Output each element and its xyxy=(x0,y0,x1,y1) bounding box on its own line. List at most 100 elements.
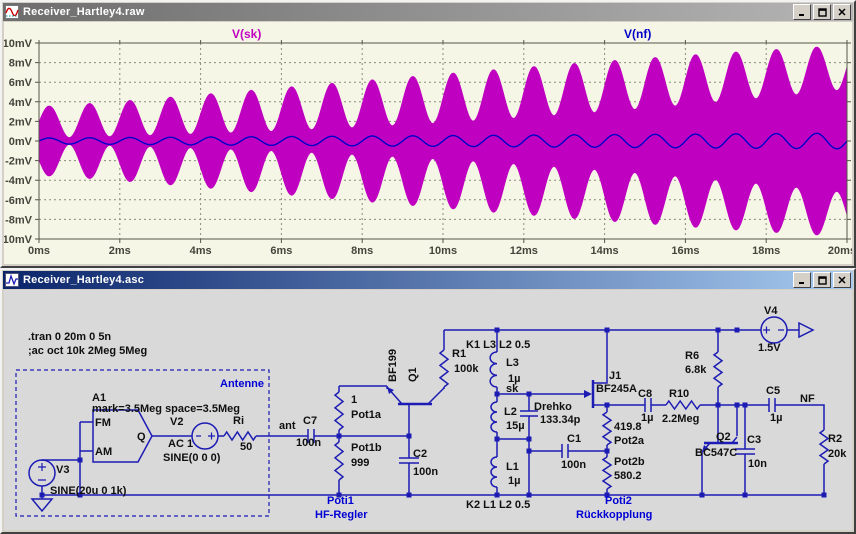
schematic-text-comment-hf-regler[interactable]: HF-Regler xyxy=(315,509,368,521)
schematic-text-label-pot1a[interactable]: Pot1a xyxy=(351,409,382,421)
schematic-text-value-drehko[interactable]: 133.34p xyxy=(540,414,581,426)
voltage-source-v3[interactable] xyxy=(29,460,55,486)
maximize-button[interactable] xyxy=(813,4,831,20)
schematic-text-value-c5[interactable]: 1µ xyxy=(770,412,782,424)
schematic-text-value-r2[interactable]: 20k xyxy=(828,448,847,460)
schematic-text-label-r10[interactable]: R10 xyxy=(669,388,689,400)
schematic-text-netlabel-sk[interactable]: sk xyxy=(506,383,519,395)
schematic-text-value-r6[interactable]: 6.8k xyxy=(685,364,707,376)
schematic-text-value-v2-sine[interactable]: SINE(0 0 0) xyxy=(163,452,221,464)
schematic-text-netlabel-ant[interactable]: ant xyxy=(279,420,296,432)
schematic-text-value-r1[interactable]: 100k xyxy=(454,363,479,375)
close-button[interactable] xyxy=(833,272,851,288)
inductor-l2[interactable] xyxy=(491,402,497,432)
schematic-text-label-c1[interactable]: C1 xyxy=(567,433,581,445)
schematic-canvas[interactable]: .tran 0 20m 0 5n ;ac oct 10k 2Meg 5Meg Ant… xyxy=(4,290,852,530)
waveform-plot-area[interactable]: 10mV8mV6mV4mV2mV0mV-2mV-4mV-6mV-8mV-10mV… xyxy=(4,22,852,264)
schematic-text-directive-k2[interactable]: K2 L1 L2 0.5 xyxy=(466,499,530,511)
waveform-plot[interactable]: 10mV8mV6mV4mV2mV0mV-2mV-4mV-6mV-8mV-10mV… xyxy=(4,22,852,264)
schematic-text-label-l1[interactable]: L1 xyxy=(506,461,519,473)
resistor-r1[interactable] xyxy=(440,350,448,387)
voltage-source-v2[interactable] xyxy=(192,423,218,449)
schematic-text-label-c5[interactable]: C5 xyxy=(766,385,780,397)
schematic-text-label-ri[interactable]: Ri xyxy=(233,415,244,427)
close-button[interactable] xyxy=(833,4,851,20)
schematic-text-pin-q[interactable]: Q xyxy=(137,431,146,443)
resistor-pot2b[interactable] xyxy=(603,457,611,489)
minimize-button[interactable] xyxy=(793,4,811,20)
schematic-text-value-c2[interactable]: 100n xyxy=(413,466,438,478)
schematic-text-value-pot2b[interactable]: 580.2 xyxy=(614,470,642,482)
schematic-text-label-c2[interactable]: C2 xyxy=(413,448,427,460)
schematic-text-value-q1[interactable]: BF199 xyxy=(387,349,399,382)
schematic-text-label-l2[interactable]: L2 xyxy=(504,406,517,418)
capacitor-c1[interactable] xyxy=(562,444,568,458)
schematic-text-value-l2[interactable]: 15µ xyxy=(506,420,525,432)
schematic-text-label-pot2a[interactable]: Pot2a xyxy=(614,435,645,447)
schematic-text-label-v4[interactable]: V4 xyxy=(764,305,778,317)
schematic-text-label-c3[interactable]: C3 xyxy=(747,434,761,446)
schematic-text-value-pot1b[interactable]: 999 xyxy=(351,457,369,469)
legend-vnf[interactable]: V(nf) xyxy=(624,27,651,41)
transistor-q1[interactable] xyxy=(387,387,444,404)
schematic-text-comment-rueckkopplung[interactable]: Rückkopplung xyxy=(576,509,652,521)
ground-symbol[interactable] xyxy=(32,499,52,511)
capacitor-c8[interactable] xyxy=(645,398,651,412)
legend-vsk[interactable]: V(sk) xyxy=(232,27,261,41)
schematic-text-value-r10[interactable]: 2.2Meg xyxy=(662,413,699,425)
schematic-text-label-r2[interactable]: R2 xyxy=(828,433,842,445)
schematic-text-label-l3[interactable]: L3 xyxy=(506,357,519,369)
resistor-ri[interactable] xyxy=(224,432,256,440)
resistor-r6[interactable] xyxy=(714,352,722,387)
schematic-text-value-pot1a[interactable]: 1 xyxy=(351,394,357,406)
schematic-text-pin-fm[interactable]: FM xyxy=(95,417,111,429)
schematic-text-value-v2-ac[interactable]: AC 1 xyxy=(168,438,193,450)
maximize-button[interactable] xyxy=(813,272,831,288)
schematic-text-value-v4[interactable]: 1.5V xyxy=(758,342,781,354)
schematic-text-value-v3[interactable]: SINE(20u 0 1k) xyxy=(50,485,127,497)
schematic-text-comment-poti1[interactable]: Poti1 xyxy=(327,495,354,507)
schematic-text-label-pot2b[interactable]: Pot2b xyxy=(614,456,645,468)
schematic-text-value-q2[interactable]: BC547C xyxy=(695,447,737,459)
schematic-text-directive-tran[interactable]: .tran 0 20m 0 5n xyxy=(28,331,111,343)
schematic-text-directive-k1[interactable]: K1 L3 L2 0.5 xyxy=(466,339,530,351)
schematic-text-label-q1[interactable]: Q1 xyxy=(407,367,419,382)
schematic-text-value-pot2a[interactable]: 419.8 xyxy=(614,421,642,433)
schematic-text-value-a1[interactable]: mark=3.5Meg space=3.5Meg xyxy=(92,403,240,415)
resistor-r10[interactable] xyxy=(666,401,700,409)
capacitor-c5[interactable] xyxy=(769,398,775,412)
schematic-text-comment-antenne[interactable]: Antenne xyxy=(220,378,264,390)
schematic-text-label-c7[interactable]: C7 xyxy=(303,415,317,427)
resistor-r2[interactable] xyxy=(820,430,828,464)
resistor-pot2a[interactable] xyxy=(603,412,611,445)
resistor-pot1a[interactable] xyxy=(335,392,343,430)
schematic-text-comment-poti2[interactable]: Poti2 xyxy=(605,495,632,507)
schematic-text-label-j1[interactable]: J1 xyxy=(609,370,621,382)
schematic-text-directive-ac[interactable]: ;ac oct 10k 2Meg 5Meg xyxy=(28,345,147,357)
schematic-text-label-c8[interactable]: C8 xyxy=(638,388,652,400)
schematic-text-value-ri[interactable]: 50 xyxy=(240,441,252,453)
schematic-text-label-v2[interactable]: V2 xyxy=(170,416,183,428)
capacitor-c3[interactable] xyxy=(735,449,755,454)
minimize-button[interactable] xyxy=(793,272,811,288)
voltage-source-v4[interactable] xyxy=(761,317,787,343)
schematic-text-value-l1[interactable]: 1µ xyxy=(508,475,520,487)
schematic-text-value-c7[interactable]: 100n xyxy=(296,437,321,449)
schematic-text-value-c8[interactable]: 1µ xyxy=(641,412,653,424)
schematic-text-label-r1[interactable]: R1 xyxy=(452,348,466,360)
schematic-text-label-r6[interactable]: R6 xyxy=(685,350,699,362)
jfet-j1[interactable] xyxy=(584,380,593,408)
schematic-text-value-j1[interactable]: BF245A xyxy=(596,383,637,395)
resistor-pot1b[interactable] xyxy=(335,442,343,480)
schematic-text-value-c3[interactable]: 10n xyxy=(748,458,767,470)
schematic-text-netlabel-nf[interactable]: NF xyxy=(800,393,815,405)
schematic-text-value-c1[interactable]: 100n xyxy=(561,459,586,471)
inductor-l3[interactable] xyxy=(490,352,497,387)
schematic-text-pin-am[interactable]: AM xyxy=(95,446,112,458)
port-arrow[interactable] xyxy=(799,323,813,337)
schematic-text-label-drehko[interactable]: Drehko xyxy=(534,401,572,413)
waveform-titlebar[interactable]: Receiver_Hartley4.raw xyxy=(3,3,853,21)
schematic-drawing[interactable]: .tran 0 20m 0 5n ;ac oct 10k 2Meg 5Meg Ant… xyxy=(4,290,852,530)
schematic-text-label-v3[interactable]: V3 xyxy=(56,464,69,476)
inductor-l1[interactable] xyxy=(491,457,497,487)
